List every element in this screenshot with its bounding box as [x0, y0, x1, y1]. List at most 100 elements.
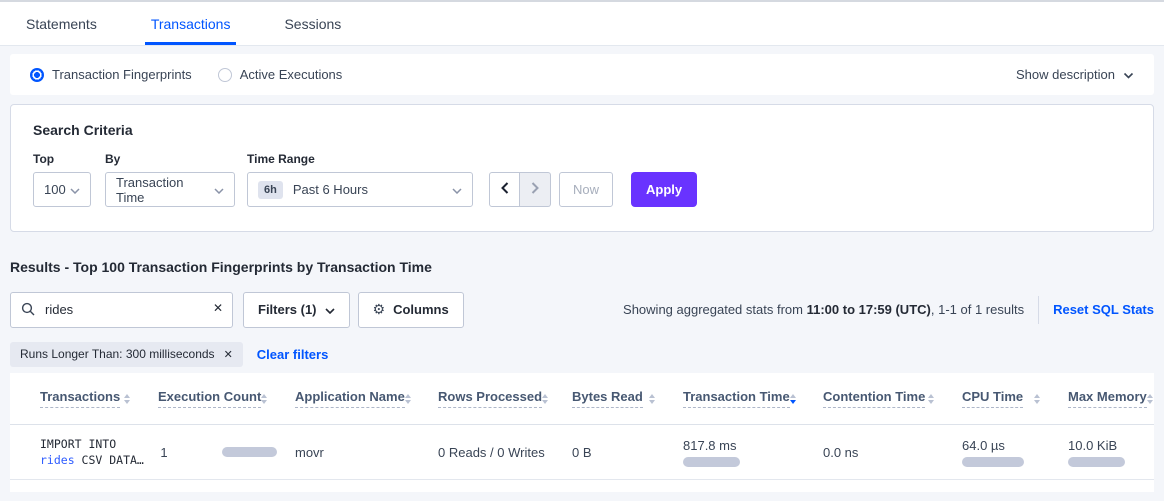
column-header-cpu-time[interactable]: CPU Time	[962, 373, 1068, 424]
time-range-left: 6h Past 6 Hours	[258, 181, 368, 199]
remove-filter-icon[interactable]: ✕	[224, 348, 233, 361]
by-select-value: Transaction Time	[116, 175, 214, 205]
table-header-row: Transactions Execution Count Application…	[10, 373, 1154, 425]
sort-icon	[261, 394, 267, 404]
results-table: Transactions Execution Count Application…	[10, 373, 1154, 492]
reset-sql-stats-link[interactable]: Reset SQL Stats	[1053, 302, 1154, 317]
stats-prefix: Showing aggregated stats from	[623, 302, 807, 317]
sort-icon	[928, 394, 934, 404]
column-header-transactions[interactable]: Transactions	[10, 373, 158, 424]
column-label: Transactions	[40, 389, 120, 408]
time-range-badge: 6h	[258, 181, 283, 199]
application-name-value: movr	[295, 445, 422, 460]
column-header-application-name[interactable]: Application Name	[295, 373, 438, 424]
rows-processed-value: 0 Reads / 0 Writes	[438, 445, 556, 460]
column-label: CPU Time	[962, 389, 1023, 408]
search-icon	[21, 302, 36, 322]
execution-count-value: 1	[160, 445, 167, 460]
radio-transaction-fingerprints[interactable]: Transaction Fingerprints	[30, 67, 192, 82]
search-box: ✕	[10, 292, 233, 328]
column-header-execution-count[interactable]: Execution Count	[158, 373, 295, 424]
cell-transaction-time: 817.8 ms	[683, 425, 823, 479]
search-criteria-controls: Top 100 By Transaction Time Ti	[33, 152, 1131, 207]
column-label: Execution Count	[158, 389, 261, 408]
column-label: Max Memory	[1068, 389, 1147, 408]
column-label: Contention Time	[823, 389, 925, 408]
columns-button-label: Columns	[393, 302, 449, 317]
transaction-fingerprint-link[interactable]: IMPORT INTO rides CSV DATA…	[10, 425, 158, 479]
sql-line-1: IMPORT INTO	[40, 436, 142, 452]
column-header-transaction-time[interactable]: Transaction Time	[683, 373, 823, 424]
sort-icon	[405, 394, 411, 404]
next-time-button[interactable]	[520, 172, 551, 207]
radio-active-executions[interactable]: Active Executions	[218, 67, 343, 82]
sql-line-2: rides CSV DATA…	[40, 452, 142, 468]
filter-chip-label: Runs Longer Than: 300 milliseconds	[20, 347, 215, 361]
tab-statements[interactable]: Statements	[20, 2, 103, 45]
search-criteria-title: Search Criteria	[33, 122, 1131, 138]
sql-highlight: rides	[40, 453, 75, 467]
top-select-value: 100	[44, 182, 66, 197]
apply-button[interactable]: Apply	[631, 172, 697, 207]
time-range-group: Time Range 6h Past 6 Hours	[247, 152, 473, 207]
contention-time-value: 0.0 ns	[823, 445, 946, 460]
chevron-down-icon	[214, 182, 224, 197]
sort-icon	[1034, 394, 1040, 404]
chevron-right-icon	[531, 181, 539, 199]
divider	[1038, 296, 1039, 324]
cell-contention-time: 0.0 ns	[823, 425, 962, 479]
top-select[interactable]: 100	[33, 172, 91, 207]
column-header-contention-time[interactable]: Contention Time	[823, 373, 962, 424]
cell-cpu-time: 64.0 µs	[962, 425, 1068, 479]
results-title: Results - Top 100 Transaction Fingerprin…	[10, 259, 432, 275]
show-description-label: Show description	[1016, 67, 1115, 82]
top-label: Top	[33, 152, 91, 166]
sort-icon-active-desc	[790, 394, 796, 404]
table-row: IMPORT INTO rides CSV DATA… 1 movr 0 Rea…	[10, 425, 1154, 480]
column-label: Rows Processed	[438, 389, 542, 408]
tab-bar: Statements Transactions Sessions	[0, 0, 1164, 46]
sql-rest: CSV DATA…	[75, 453, 144, 467]
cell-execution-count: 1	[158, 425, 295, 479]
aggregated-stats-text: Showing aggregated stats from 11:00 to 1…	[623, 302, 1024, 317]
column-label: Bytes Read	[572, 389, 643, 408]
filter-chip: Runs Longer Than: 300 milliseconds ✕	[10, 342, 243, 367]
show-description-toggle[interactable]: Show description	[1016, 67, 1134, 82]
stats-range: 11:00 to 17:59 (UTC)	[807, 302, 931, 317]
search-input[interactable]	[10, 292, 233, 328]
column-label: Application Name	[295, 389, 405, 408]
columns-button[interactable]: ⚙ Columns	[358, 292, 464, 328]
transaction-time-bar	[683, 457, 740, 467]
column-header-rows-processed[interactable]: Rows Processed	[438, 373, 572, 424]
by-group: By Transaction Time	[105, 152, 235, 207]
radio-label: Active Executions	[240, 67, 343, 82]
radio-unselected-icon	[218, 68, 232, 82]
filters-button[interactable]: Filters (1)	[243, 292, 350, 328]
previous-time-button[interactable]	[489, 172, 520, 207]
sort-icon	[124, 394, 130, 404]
filters-button-label: Filters (1)	[258, 302, 317, 317]
chevron-down-icon	[325, 302, 335, 317]
view-toggle-strip: Transaction Fingerprints Active Executio…	[10, 54, 1154, 95]
cpu-time-value: 64.0 µs	[962, 438, 1052, 453]
sort-icon	[1147, 394, 1153, 404]
sort-icon	[649, 394, 655, 404]
by-select[interactable]: Transaction Time	[105, 172, 235, 207]
column-header-max-memory[interactable]: Max Memory	[1068, 373, 1159, 424]
tab-transactions[interactable]: Transactions	[145, 2, 237, 45]
clear-filters-link[interactable]: Clear filters	[257, 347, 329, 362]
time-range-value: Past 6 Hours	[293, 182, 368, 197]
now-button[interactable]: Now	[559, 172, 613, 207]
column-header-bytes-read[interactable]: Bytes Read	[572, 373, 683, 424]
time-range-select[interactable]: 6h Past 6 Hours	[247, 172, 473, 207]
time-pager	[489, 172, 551, 207]
tab-sessions[interactable]: Sessions	[278, 2, 347, 45]
clear-search-icon[interactable]: ✕	[213, 301, 223, 315]
top-group: Top 100	[33, 152, 91, 207]
cell-rows-processed: 0 Reads / 0 Writes	[438, 425, 572, 479]
bytes-read-value: 0 B	[572, 445, 667, 460]
max-memory-bar	[1068, 457, 1125, 467]
chevron-left-icon	[501, 181, 509, 199]
search-criteria-card: Search Criteria Top 100 By Transaction T…	[10, 104, 1154, 232]
sort-icon	[542, 394, 548, 404]
